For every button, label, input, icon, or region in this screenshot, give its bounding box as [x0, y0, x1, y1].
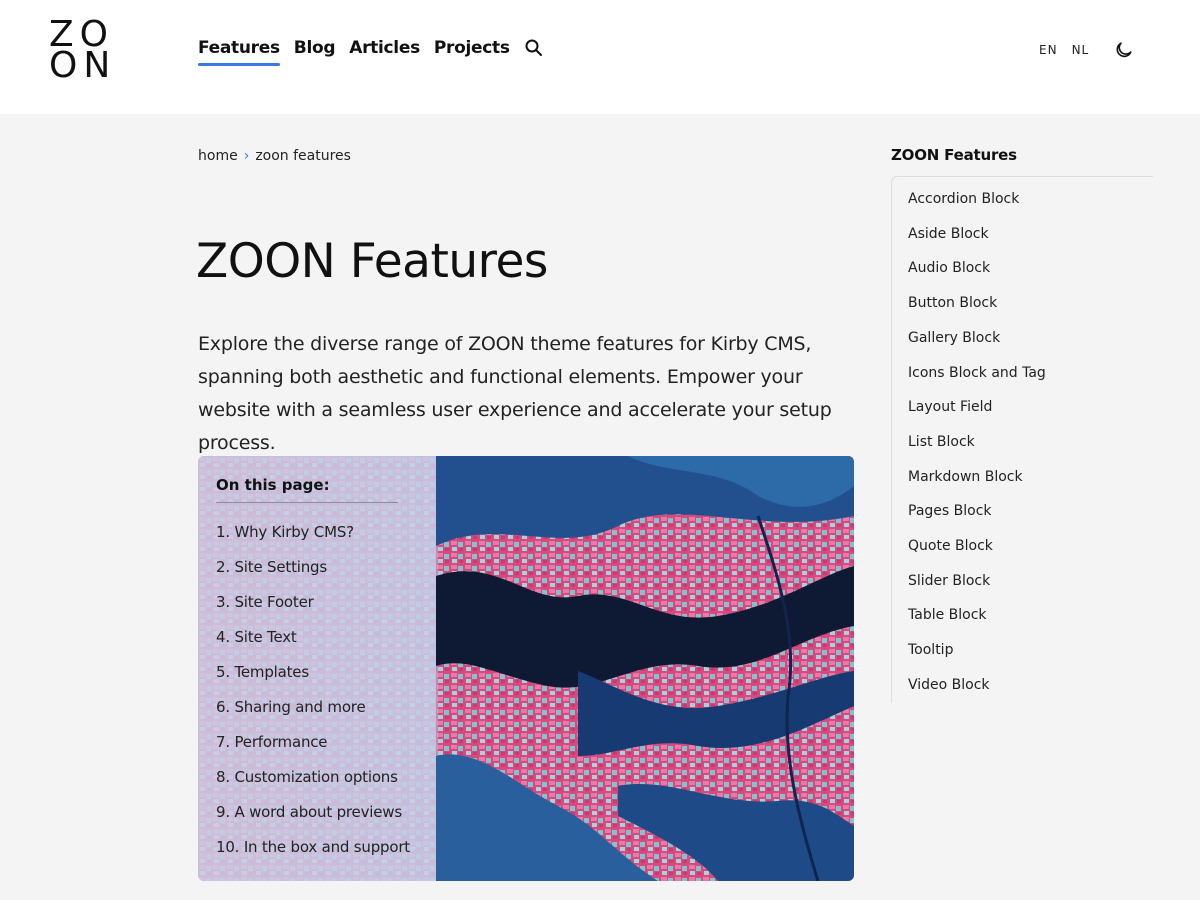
sidebar-item-table-block[interactable]: Table Block: [892, 598, 1153, 633]
sidebar-item-video-block[interactable]: Video Block: [892, 668, 1153, 703]
lang-en[interactable]: EN: [1039, 43, 1058, 57]
sidebar-item-icons-block[interactable]: Icons Block and Tag: [892, 356, 1153, 391]
breadcrumb-home[interactable]: home: [198, 148, 238, 164]
sidebar-item-slider-block[interactable]: Slider Block: [892, 564, 1153, 599]
toc-title: On this page:: [216, 476, 398, 503]
logo-line-bottom: ON: [49, 45, 117, 86]
sidebar-item-pages-block[interactable]: Pages Block: [892, 494, 1153, 529]
page-title: ZOON Features: [196, 234, 548, 289]
sidebar-title: ZOON Features: [891, 146, 1017, 164]
toc-item[interactable]: 7. Performance: [216, 725, 418, 760]
sidebar-item-gallery-block[interactable]: Gallery Block: [892, 321, 1153, 356]
breadcrumb-separator: ›: [243, 148, 250, 164]
toc-item[interactable]: 2. Site Settings: [216, 550, 418, 585]
search-icon[interactable]: [524, 38, 544, 58]
main-nav: Features Blog Articles Projects: [198, 38, 544, 66]
nav-articles[interactable]: Articles: [349, 38, 420, 64]
sidebar-item-accordion-block[interactable]: Accordion Block: [892, 182, 1153, 217]
features-sidebar: ZOON Features Accordion Block Aside Bloc…: [891, 146, 1153, 703]
toc-item[interactable]: 5. Templates: [216, 655, 418, 690]
breadcrumb-current: zoon features: [255, 148, 351, 164]
nav-blog[interactable]: Blog: [294, 38, 336, 64]
toc-item[interactable]: 6. Sharing and more: [216, 690, 418, 725]
page-intro: Explore the diverse range of ZOON theme …: [198, 333, 832, 454]
language-switcher: EN NL: [1039, 43, 1089, 57]
sidebar-list: Accordion Block Aside Block Audio Block …: [891, 176, 1153, 703]
sidebar-item-tooltip[interactable]: Tooltip: [892, 633, 1153, 668]
toc-item[interactable]: 9. A word about previews: [216, 795, 418, 830]
toc-item[interactable]: 3. Site Footer: [216, 585, 418, 620]
sidebar-item-layout-field[interactable]: Layout Field: [892, 390, 1153, 425]
toc-item[interactable]: 4. Site Text: [216, 620, 418, 655]
site-logo[interactable]: ZO ON: [49, 17, 117, 86]
site-header: ZO ON Features Blog Articles Projects EN…: [0, 0, 1200, 114]
table-of-contents: On this page: 1. Why Kirby CMS? 2. Site …: [198, 456, 436, 881]
sidebar-item-button-block[interactable]: Button Block: [892, 286, 1153, 321]
sidebar-item-aside-block[interactable]: Aside Block: [892, 217, 1153, 252]
toc-item[interactable]: 10. In the box and support: [216, 830, 418, 865]
sidebar-item-audio-block[interactable]: Audio Block: [892, 251, 1153, 286]
moon-icon[interactable]: [1114, 40, 1134, 60]
toc-item[interactable]: 8. Customization options: [216, 760, 418, 795]
nav-features[interactable]: Features: [198, 38, 280, 66]
toc-list: 1. Why Kirby CMS? 2. Site Settings 3. Si…: [216, 515, 418, 865]
sidebar-item-markdown-block[interactable]: Markdown Block: [892, 460, 1153, 495]
breadcrumb: home › zoon features: [198, 148, 351, 164]
toc-item[interactable]: 1. Why Kirby CMS?: [216, 515, 418, 550]
sidebar-item-list-block[interactable]: List Block: [892, 425, 1153, 460]
hero-section: On this page: 1. Why Kirby CMS? 2. Site …: [198, 456, 854, 881]
sidebar-item-quote-block[interactable]: Quote Block: [892, 529, 1153, 564]
nav-projects[interactable]: Projects: [434, 38, 510, 64]
lang-nl[interactable]: NL: [1072, 43, 1090, 57]
